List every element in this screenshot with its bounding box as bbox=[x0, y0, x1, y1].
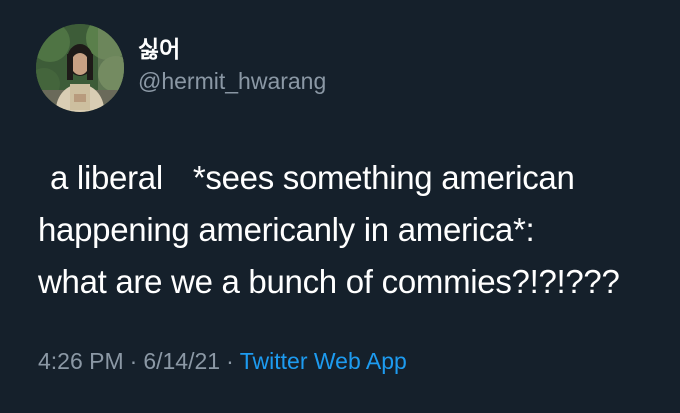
tweet-date[interactable]: 6/14/21 bbox=[143, 348, 220, 374]
meta-separator: · bbox=[226, 348, 234, 374]
meta-separator: · bbox=[129, 348, 138, 374]
avatar-photo bbox=[36, 24, 124, 112]
tweet-line-3: what are we a bunch of commies?!?!??? bbox=[38, 256, 668, 308]
tweet-time[interactable]: 4:26 PM bbox=[38, 348, 124, 374]
handle[interactable]: @hermit_hwarang bbox=[138, 66, 326, 96]
tweet-line-2: happening americanly in america*: bbox=[38, 211, 535, 248]
tweet-meta: 4:26 PM · 6/14/21 · Twitter Web App bbox=[38, 346, 407, 376]
tweet-text: a liberal *sees something american happen… bbox=[38, 152, 668, 308]
tweet-text-part-4: commies?!?!??? bbox=[381, 263, 620, 300]
tweet-card: 싫어 @hermit_hwarang a liberal *sees someth… bbox=[0, 0, 680, 413]
tweet-line-1: a liberal *sees something american bbox=[38, 152, 668, 204]
tweet-source-link[interactable]: Twitter Web App bbox=[240, 348, 407, 374]
tweet-text-part-1: a liberal bbox=[50, 159, 163, 196]
display-name[interactable]: 싫어 bbox=[138, 36, 326, 64]
avatar[interactable] bbox=[36, 24, 124, 112]
author-block: 싫어 @hermit_hwarang bbox=[138, 36, 326, 96]
tweet-text-part-3: what are we a bunch of bbox=[38, 263, 373, 300]
tweet-text-part-2: *sees something american bbox=[192, 159, 575, 196]
